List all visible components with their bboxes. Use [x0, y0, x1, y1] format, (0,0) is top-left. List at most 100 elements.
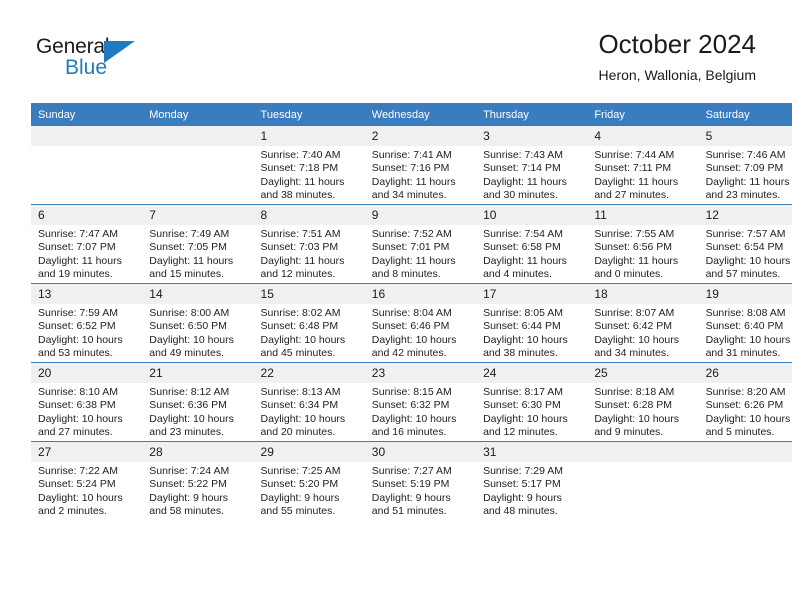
day-number: 13 [31, 284, 143, 304]
day-cell[interactable]: 3 Sunrise: 7:43 AM Sunset: 7:14 PM Dayli… [476, 126, 588, 205]
sunrise-text: Sunrise: 7:54 AM [483, 228, 564, 240]
day-cell[interactable]: 10 Sunrise: 7:54 AM Sunset: 6:58 PM Dayl… [476, 204, 588, 284]
daylight-text-line2: and 4 minutes. [483, 268, 552, 281]
sunrise-text: Sunrise: 8:08 AM [705, 307, 786, 319]
daylight-text-line2: and 23 minutes. [705, 189, 781, 202]
day-cell[interactable] [142, 126, 254, 205]
day-number [698, 442, 792, 462]
day-cell[interactable]: 11 Sunrise: 7:55 AM Sunset: 6:56 PM Dayl… [587, 204, 699, 284]
day-number: 18 [587, 284, 699, 304]
sunset-text: Sunset: 6:56 PM [594, 241, 672, 254]
day-cell[interactable]: 29 Sunrise: 7:25 AM Sunset: 5:20 PM Dayl… [253, 441, 365, 520]
sunrise-text: Sunrise: 7:49 AM [149, 228, 230, 240]
day-details: Sunrise: 7:25 AM Sunset: 5:20 PM Dayligh… [254, 462, 365, 519]
sunrise-text: Sunrise: 8:02 AM [260, 307, 341, 319]
day-cell[interactable]: 28 Sunrise: 7:24 AM Sunset: 5:22 PM Dayl… [142, 441, 254, 520]
daylight-text-line1: Daylight: 11 hours [371, 254, 456, 267]
sunset-text: Sunset: 7:11 PM [594, 162, 672, 175]
day-cell[interactable]: 19 Sunrise: 8:08 AM Sunset: 6:40 PM Dayl… [698, 283, 792, 363]
sunrise-text: Sunrise: 7:57 AM [705, 228, 786, 240]
day-cell[interactable]: 27 Sunrise: 7:22 AM Sunset: 5:24 PM Dayl… [31, 441, 143, 520]
daylight-text-line2: and 42 minutes. [371, 347, 447, 360]
day-cell[interactable]: 12 Sunrise: 7:57 AM Sunset: 6:54 PM Dayl… [698, 204, 792, 284]
day-cell[interactable]: 24 Sunrise: 8:17 AM Sunset: 6:30 PM Dayl… [476, 362, 588, 442]
daylight-text-line1: Daylight: 11 hours [483, 254, 567, 267]
daylight-text-line1: Daylight: 10 hours [705, 254, 791, 267]
sunset-text: Sunset: 6:44 PM [483, 320, 561, 333]
sunset-text: Sunset: 5:19 PM [371, 478, 450, 491]
daylight-text-line1: Daylight: 10 hours [149, 333, 234, 346]
sunrise-text: Sunrise: 7:24 AM [149, 465, 230, 477]
day-number: 3 [476, 126, 588, 146]
sunset-text: Sunset: 6:42 PM [594, 320, 672, 333]
sunset-text: Sunset: 7:09 PM [705, 162, 784, 175]
daylight-text-line1: Daylight: 10 hours [705, 412, 791, 425]
day-cell[interactable]: 1 Sunrise: 7:40 AM Sunset: 7:18 PM Dayli… [253, 126, 365, 205]
sunset-text: Sunset: 6:54 PM [705, 241, 784, 254]
day-number: 24 [476, 363, 588, 383]
calendar-week-row: 1 Sunrise: 7:40 AM Sunset: 7:18 PM Dayli… [31, 126, 792, 205]
weekday-header-wednesday: Wednesday [364, 103, 477, 126]
day-cell[interactable]: 22 Sunrise: 8:13 AM Sunset: 6:34 PM Dayl… [253, 362, 365, 442]
day-cell[interactable]: 4 Sunrise: 7:44 AM Sunset: 7:11 PM Dayli… [587, 126, 699, 205]
day-cell[interactable]: 16 Sunrise: 8:04 AM Sunset: 6:46 PM Dayl… [364, 283, 477, 363]
sunrise-text: Sunrise: 8:05 AM [483, 307, 564, 319]
day-cell[interactable]: 30 Sunrise: 7:27 AM Sunset: 5:19 PM Dayl… [364, 441, 477, 520]
day-number: 27 [31, 442, 143, 462]
sunrise-text: Sunrise: 7:27 AM [371, 465, 452, 477]
weekday-header-thursday: Thursday [476, 103, 588, 126]
daylight-text-line2: and 12 minutes. [260, 268, 336, 281]
day-cell[interactable]: 2 Sunrise: 7:41 AM Sunset: 7:16 PM Dayli… [364, 126, 477, 205]
day-cell[interactable] [31, 126, 143, 205]
sunrise-text: Sunrise: 7:55 AM [594, 228, 675, 240]
day-cell[interactable]: 13 Sunrise: 7:59 AM Sunset: 6:52 PM Dayl… [31, 283, 143, 363]
day-number: 21 [142, 363, 254, 383]
calendar-page: General Blue October 2024 Heron, Walloni… [0, 0, 792, 612]
general-blue-logo[interactable]: General Blue [36, 36, 156, 82]
daylight-text-line2: and 51 minutes. [371, 505, 447, 518]
daylight-text-line2: and 34 minutes. [371, 189, 447, 202]
sunset-text: Sunset: 7:14 PM [483, 162, 561, 175]
day-cell[interactable]: 31 Sunrise: 7:29 AM Sunset: 5:17 PM Dayl… [476, 441, 588, 520]
day-cell[interactable]: 7 Sunrise: 7:49 AM Sunset: 7:05 PM Dayli… [142, 204, 254, 284]
day-details: Sunrise: 7:54 AM Sunset: 6:58 PM Dayligh… [476, 225, 587, 282]
day-details: Sunrise: 7:43 AM Sunset: 7:14 PM Dayligh… [476, 146, 587, 203]
day-details: Sunrise: 7:59 AM Sunset: 6:52 PM Dayligh… [31, 304, 142, 361]
sunrise-text: Sunrise: 8:13 AM [260, 386, 341, 398]
daylight-text-line1: Daylight: 9 hours [260, 491, 340, 504]
day-cell[interactable]: 23 Sunrise: 8:15 AM Sunset: 6:32 PM Dayl… [364, 362, 477, 442]
daylight-text-line1: Daylight: 10 hours [371, 412, 457, 425]
day-cell[interactable]: 21 Sunrise: 8:12 AM Sunset: 6:36 PM Dayl… [142, 362, 254, 442]
daylight-text-line2: and 53 minutes. [38, 347, 113, 360]
sunset-text: Sunset: 6:34 PM [260, 399, 339, 412]
day-details: Sunrise: 7:52 AM Sunset: 7:01 PM Dayligh… [365, 225, 476, 282]
day-number: 15 [253, 284, 365, 304]
sunset-text: Sunset: 6:38 PM [38, 399, 116, 412]
daylight-text-line2: and 16 minutes. [371, 426, 447, 439]
day-cell[interactable]: 8 Sunrise: 7:51 AM Sunset: 7:03 PM Dayli… [253, 204, 365, 284]
daylight-text-line2: and 57 minutes. [705, 268, 781, 281]
day-details: Sunrise: 7:57 AM Sunset: 6:54 PM Dayligh… [699, 225, 792, 282]
day-number [31, 126, 143, 146]
day-cell[interactable] [698, 441, 792, 520]
day-cell[interactable]: 9 Sunrise: 7:52 AM Sunset: 7:01 PM Dayli… [364, 204, 477, 284]
sunrise-text: Sunrise: 8:12 AM [149, 386, 230, 398]
day-number: 10 [476, 205, 588, 225]
sunset-text: Sunset: 7:18 PM [260, 162, 339, 175]
daylight-text-line2: and 34 minutes. [594, 347, 670, 360]
sunset-text: Sunset: 6:58 PM [483, 241, 561, 254]
day-cell[interactable]: 18 Sunrise: 8:07 AM Sunset: 6:42 PM Dayl… [587, 283, 699, 363]
day-number: 4 [587, 126, 699, 146]
day-cell[interactable]: 6 Sunrise: 7:47 AM Sunset: 7:07 PM Dayli… [31, 204, 143, 284]
day-cell[interactable]: 17 Sunrise: 8:05 AM Sunset: 6:44 PM Dayl… [476, 283, 588, 363]
sunset-text: Sunset: 6:30 PM [483, 399, 561, 412]
day-cell[interactable]: 15 Sunrise: 8:02 AM Sunset: 6:48 PM Dayl… [253, 283, 365, 363]
day-cell[interactable] [587, 441, 699, 520]
day-cell[interactable]: 25 Sunrise: 8:18 AM Sunset: 6:28 PM Dayl… [587, 362, 699, 442]
day-number: 14 [142, 284, 254, 304]
day-cell[interactable]: 14 Sunrise: 8:00 AM Sunset: 6:50 PM Dayl… [142, 283, 254, 363]
day-number: 12 [698, 205, 792, 225]
day-cell[interactable]: 20 Sunrise: 8:10 AM Sunset: 6:38 PM Dayl… [31, 362, 143, 442]
day-cell[interactable]: 5 Sunrise: 7:46 AM Sunset: 7:09 PM Dayli… [698, 126, 792, 205]
day-cell[interactable]: 26 Sunrise: 8:20 AM Sunset: 6:26 PM Dayl… [698, 362, 792, 442]
